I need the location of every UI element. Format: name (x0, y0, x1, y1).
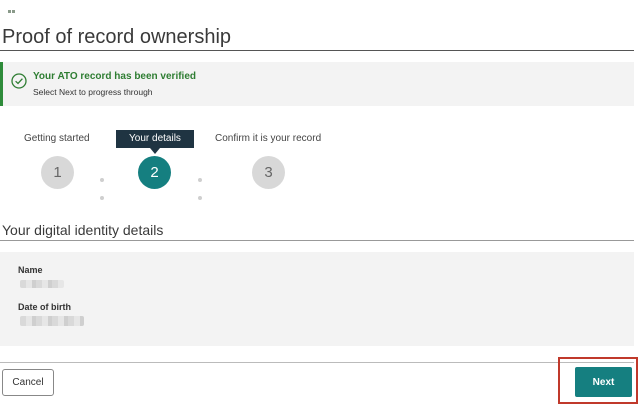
alert-title: Your ATO record has been verified (33, 71, 197, 82)
step-3-indicator: 3 (252, 156, 285, 189)
name-label: Name (18, 265, 43, 275)
step-1-label: Getting started (24, 133, 90, 144)
dob-label: Date of birth (18, 302, 71, 312)
step-1-indicator: 1 (41, 156, 74, 189)
dob-value-redacted (20, 316, 84, 326)
step-connector-1 (100, 169, 114, 200)
step-3-label: Confirm it is your record (215, 133, 322, 144)
footer-divider (0, 362, 634, 363)
check-circle-icon (11, 73, 27, 89)
section-title: Your digital identity details (2, 222, 164, 238)
step-connector-2 (198, 169, 212, 200)
cancel-button[interactable]: Cancel (2, 369, 54, 396)
next-button[interactable]: Next (575, 367, 632, 397)
section-divider (0, 240, 634, 241)
identity-details-panel: Name Date of birth (0, 252, 634, 346)
name-value-redacted (20, 280, 64, 288)
page-title: Proof of record ownership (2, 26, 232, 48)
verification-alert: Your ATO record has been verified Select… (0, 62, 634, 106)
title-divider (0, 50, 634, 51)
top-logo-fragment (8, 0, 18, 13)
alert-subtitle: Select Next to progress through (33, 87, 153, 97)
step-2-label: Your details (116, 130, 194, 154)
step-2-indicator: 2 (138, 156, 171, 189)
